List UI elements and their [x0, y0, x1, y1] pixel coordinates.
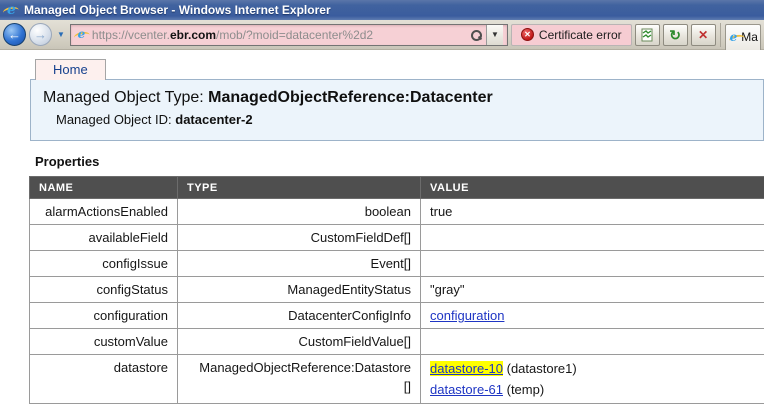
configuration-link[interactable]: configuration — [430, 308, 504, 323]
properties-section-title: Properties — [35, 154, 764, 169]
managed-object-type-line: Managed Object Type: ManagedObjectRefere… — [43, 89, 751, 107]
search-icon[interactable] — [470, 29, 482, 41]
prop-name: configStatus — [30, 277, 178, 303]
table-row: configIssue Event[] — [30, 251, 764, 277]
certificate-error-label: Certificate error — [539, 28, 622, 42]
navigation-bar: ← → ▼ e https://vcenter.ebr.com/mob/?moi… — [0, 20, 764, 50]
prop-name: customValue — [30, 329, 178, 355]
site-favicon-ie-icon: e — [75, 28, 88, 41]
object-type-value: ManagedObjectReference:Datacenter — [208, 89, 493, 106]
table-row: availableField CustomFieldDef[] — [30, 225, 764, 251]
chevron-down-icon: ▼ — [491, 30, 499, 39]
prop-type: ManagedEntityStatus — [178, 277, 421, 303]
table-row: customValue CustomFieldValue[] — [30, 329, 764, 355]
home-tab[interactable]: Home — [35, 59, 106, 80]
forward-arrow-icon: → — [34, 27, 47, 42]
prop-type: Event[] — [178, 251, 421, 277]
column-header-name: NAME — [30, 177, 178, 199]
prop-value — [421, 251, 764, 277]
address-dropdown-button[interactable]: ▼ — [486, 25, 503, 45]
table-header-row: NAME TYPE VALUE — [30, 177, 764, 199]
prop-name: alarmActionsEnabled — [30, 199, 178, 225]
stop-icon: ✕ — [698, 29, 708, 41]
datastore-61-label: (temp) — [503, 382, 544, 397]
managed-object-id-line: Managed Object ID: datacenter-2 — [56, 112, 751, 127]
prop-name: configIssue — [30, 251, 178, 277]
compatibility-view-button[interactable] — [635, 24, 660, 46]
prop-value — [421, 225, 764, 251]
back-button[interactable]: ← — [3, 23, 26, 46]
refresh-button[interactable]: ↻ — [663, 24, 688, 46]
prop-name: datastore — [30, 355, 178, 404]
prop-type: DatacenterConfigInfo — [178, 303, 421, 329]
tab-ie-icon: e — [730, 31, 738, 44]
properties-table: NAME TYPE VALUE alarmActionsEnabled bool… — [29, 176, 764, 404]
managed-object-header: Managed Object Type: ManagedObjectRefere… — [30, 79, 764, 141]
prop-type: boolean — [178, 199, 421, 225]
window-titlebar: e Managed Object Browser - Windows Inter… — [0, 0, 764, 20]
table-row: alarmActionsEnabled boolean true — [30, 199, 764, 225]
stop-button[interactable]: ✕ — [691, 24, 716, 46]
refresh-icon: ↻ — [669, 28, 681, 42]
prop-name: configuration — [30, 303, 178, 329]
security-shield-error-icon: ✕ — [521, 28, 534, 41]
column-header-value: VALUE — [421, 177, 764, 199]
table-row: datastore ManagedObjectReference:Datasto… — [30, 355, 764, 404]
datastore-10-label: (datastore1) — [503, 361, 577, 376]
forward-button[interactable]: → — [29, 23, 52, 46]
certificate-error-badge[interactable]: ✕ Certificate error — [511, 24, 632, 46]
prop-value: datastore-10 (datastore1) datastore-61 (… — [421, 355, 764, 404]
prop-type: CustomFieldDef[] — [178, 225, 421, 251]
prop-value: "gray" — [421, 277, 764, 303]
object-id-value: datacenter-2 — [175, 112, 252, 127]
page-content: Home Managed Object Type: ManagedObjectR… — [0, 50, 764, 404]
ie-logo-icon: e — [4, 3, 19, 18]
prop-value: configuration — [421, 303, 764, 329]
table-row: configStatus ManagedEntityStatus "gray" — [30, 277, 764, 303]
back-arrow-icon: ← — [8, 27, 21, 42]
compatibility-page-icon — [640, 28, 654, 42]
table-row: configuration DatacenterConfigInfo confi… — [30, 303, 764, 329]
browser-tab[interactable]: e Ma — [725, 24, 761, 50]
prop-name: availableField — [30, 225, 178, 251]
chevron-down-icon: ▼ — [57, 30, 65, 39]
properties-table-container: NAME TYPE VALUE alarmActionsEnabled bool… — [29, 176, 764, 404]
toolbar-divider — [720, 23, 721, 47]
object-id-label: Managed Object ID: — [56, 112, 172, 127]
object-type-label: Managed Object Type: — [43, 89, 204, 106]
prop-type: CustomFieldValue[] — [178, 329, 421, 355]
address-bar[interactable]: e https://vcenter.ebr.com/mob/?moid=data… — [70, 24, 508, 46]
recent-pages-dropdown[interactable]: ▼ — [55, 30, 67, 39]
url-text[interactable]: https://vcenter.ebr.com/mob/?moid=datace… — [92, 28, 466, 42]
prop-value — [421, 329, 764, 355]
column-header-type: TYPE — [178, 177, 421, 199]
prop-type: ManagedObjectReference:Datastore [] — [178, 355, 421, 404]
datastore-10-link[interactable]: datastore-10 — [430, 361, 503, 376]
prop-value: true — [421, 199, 764, 225]
window-title: Managed Object Browser - Windows Interne… — [24, 3, 331, 17]
datastore-61-link[interactable]: datastore-61 — [430, 382, 503, 397]
